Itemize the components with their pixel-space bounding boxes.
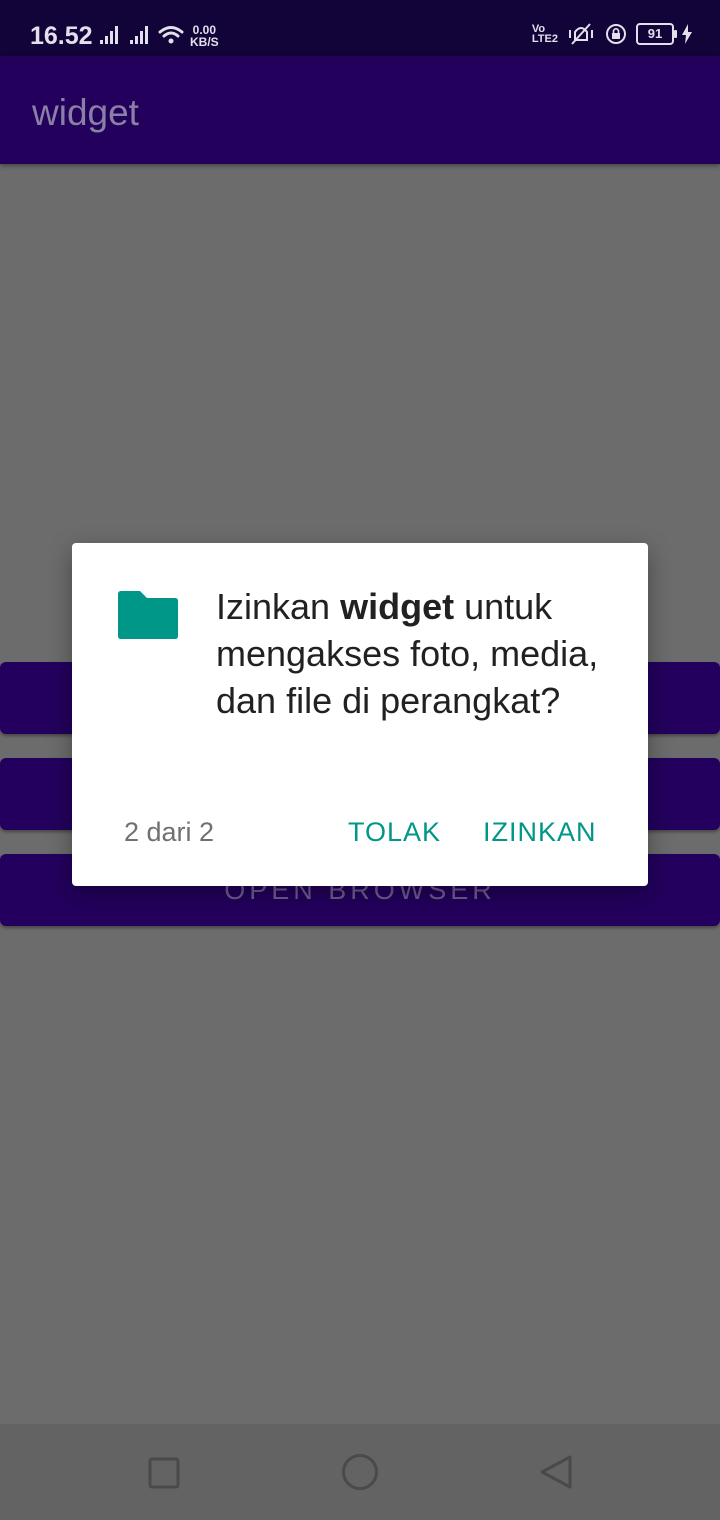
navigation-bar [0,1424,720,1520]
dialog-counter: 2 dari 2 [124,817,215,847]
permission-dialog: Izinkan widget untuk mengakses foto, med… [72,543,648,886]
net-speed: 0.00 KB/S [190,24,219,48]
deny-button[interactable]: TOLAK [348,817,441,848]
status-signal-icons [100,24,188,51]
status-time: 16.52 [30,22,93,50]
volte-bottom: LTE [531,33,552,45]
square-recents-icon[interactable] [148,1457,180,1489]
status-right-icons: Vo LTE2 91 [532,22,692,46]
charging-icon [682,24,692,44]
allow-button[interactable]: IZINKAN [483,817,597,848]
message-prefix: Izinkan [216,586,341,627]
battery-icon: 91 [636,23,677,45]
battery-level: 91 [647,26,663,41]
app-bar: widget [0,56,720,164]
app-title: widget [32,92,139,133]
dialog-message: Izinkan widget untuk mengakses foto, med… [216,583,606,724]
rotation-lock-icon [606,24,626,44]
net-speed-unit: KB/S [190,35,219,49]
circle-home-icon[interactable] [341,1453,379,1491]
volte-icon: Vo LTE2 [531,24,558,45]
folder-icon [118,591,178,639]
message-app-name: widget [340,586,455,627]
vibrate-icon [569,23,593,45]
triangle-back-icon[interactable] [538,1454,574,1490]
status-bar: 16.52 0.00 KB/S Vo LTE2 91 [0,0,720,56]
signal-icon [100,26,184,44]
volte-sim: 2 [551,33,558,45]
